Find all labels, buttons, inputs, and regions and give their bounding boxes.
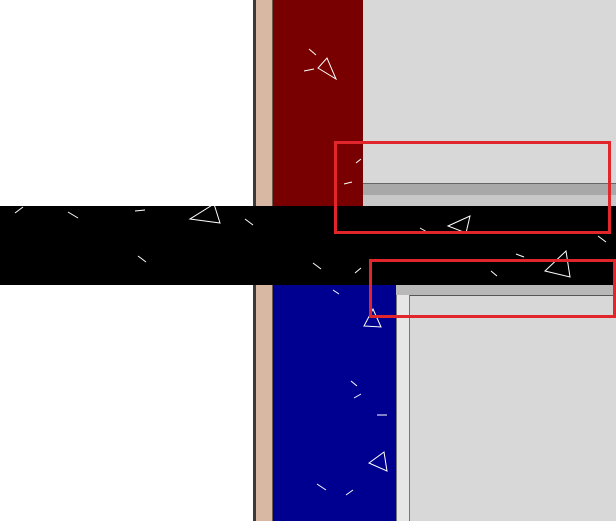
stud-track-lower bbox=[396, 295, 410, 521]
highlight-box-upper[interactable] bbox=[334, 141, 611, 234]
lower-insulation bbox=[273, 285, 396, 521]
highlight-box-lower[interactable] bbox=[369, 259, 616, 318]
drawing-canvas[interactable] bbox=[0, 0, 616, 521]
interior-finish-lower bbox=[408, 285, 616, 521]
